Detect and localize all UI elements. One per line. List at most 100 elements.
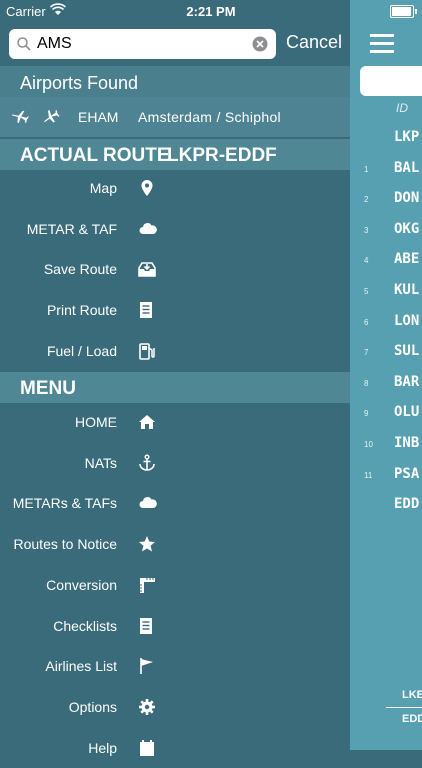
route-item-metar-taf[interactable]: METAR & TAF	[0, 209, 350, 249]
waypoint-index: 9	[364, 409, 369, 419]
arrival-plane-icon[interactable]	[42, 108, 60, 129]
waypoint-code: SUL	[394, 343, 420, 360]
menu-item-routes-to-notice[interactable]: Routes to Notice	[0, 524, 350, 564]
actual-route-header: ACTUAL ROUTE LKPR-EDDF	[0, 139, 350, 170]
waypoint-code: OKG	[394, 220, 420, 237]
waypoint-code: PSA	[394, 465, 420, 482]
menu-item-label: Conversion	[46, 576, 117, 593]
route-item-save-route[interactable]: Save Route	[0, 249, 350, 289]
airport-result-row[interactable]: EHAM Amsterdam / Schiphol	[0, 97, 350, 137]
anchor-icon	[138, 454, 156, 472]
checklist-icon	[138, 617, 156, 635]
star-icon	[138, 535, 156, 553]
waypoint-row[interactable]: 9 OLU	[350, 399, 422, 429]
route-item-label: Save Route	[43, 261, 117, 278]
route-item-fuel-load[interactable]: Fuel / Load	[0, 331, 350, 371]
waypoint-row[interactable]: 6 LON	[350, 308, 422, 338]
footer-divider	[386, 707, 422, 708]
map-pin-icon	[138, 179, 156, 197]
clear-search-icon[interactable]	[252, 36, 268, 57]
route-item-label: Fuel / Load	[46, 342, 117, 359]
menu-item-label: Routes to Notice	[13, 536, 118, 553]
waypoint-row[interactable]: 5 KUL	[350, 277, 422, 307]
menu-item-label: Options	[68, 698, 117, 715]
menu-item-options[interactable]: Options	[0, 687, 350, 727]
battery-icon	[390, 5, 417, 18]
menu-item-home[interactable]: HOME	[0, 402, 350, 442]
search-bar: Cancel	[0, 22, 350, 66]
menu-item-label: Checklists	[53, 617, 117, 634]
waypoint-code: INB	[394, 435, 420, 451]
menu-item-label: METARs & TAFs	[12, 495, 117, 512]
waypoint-row[interactable]: 7 SUL	[350, 338, 422, 368]
search-field-container	[9, 29, 276, 59]
route-item-label: Print Route	[46, 302, 117, 319]
waypoint-index: 7	[364, 348, 369, 358]
hamburger-menu-icon[interactable]	[370, 34, 394, 58]
menu-header: MENU	[0, 372, 350, 403]
footer-from-code: LKE	[402, 689, 422, 701]
cancel-button[interactable]: Cancel	[286, 32, 342, 53]
search-input[interactable]	[37, 33, 247, 55]
actual-route-code: LKPR-EDDF	[167, 145, 277, 166]
waypoint-index: 6	[364, 317, 369, 327]
menu-item-conversion[interactable]: Conversion	[0, 565, 350, 605]
waypoint-row[interactable]: 4 ABE	[350, 246, 422, 276]
airport-name: Amsterdam / Schiphol	[138, 109, 281, 125]
footer-to-code: EDD	[402, 713, 422, 725]
waypoint-index: 5	[364, 287, 369, 296]
waypoint-row[interactable]: 3 OKG	[350, 216, 422, 246]
airports-found-header: Airports Found	[0, 66, 350, 97]
airports-found-title: Airports Found	[20, 73, 139, 93]
menu-item-label: NATs	[84, 454, 117, 471]
waypoint-code: ABE	[394, 251, 420, 268]
waypoint-index: 11	[364, 470, 373, 480]
waypoint-row[interactable]: 8 BAR	[350, 369, 422, 399]
waypoint-row[interactable]: 11 PSA	[350, 461, 422, 491]
waypoint-code: EDD	[394, 496, 420, 513]
waypoint-code: DON	[394, 190, 420, 207]
waypoint-code: KUL	[394, 282, 420, 298]
menu-item-label: Help	[88, 739, 117, 756]
route-panel: ID LKP 1 BAL 2 DON 3 OKG 4 ABE 5 KUL 6 LON 7 SUL 8 BAR 9 O…	[350, 0, 422, 750]
document-icon	[138, 301, 156, 319]
waypoint-row[interactable]: 2 DON	[350, 185, 422, 215]
menu-item-checklists[interactable]: Checklists	[0, 606, 350, 646]
menu-item-label: HOME	[75, 414, 117, 430]
waypoint-index: 3	[364, 225, 369, 235]
waypoint-code: BAL	[394, 159, 420, 176]
actual-route-label: ACTUAL ROUTE	[20, 145, 170, 166]
save-tray-icon	[138, 260, 156, 278]
gear-icon	[138, 698, 156, 716]
waypoint-row[interactable]: 1 BAL	[350, 155, 422, 185]
route-item-label: Map	[89, 180, 117, 196]
route-item-print-route[interactable]: Print Route	[0, 290, 350, 330]
waypoint-index: 8	[364, 378, 369, 388]
id-column-label: ID	[396, 101, 408, 115]
menu-item-metars-tafs[interactable]: METARs & TAFs	[0, 483, 350, 523]
menu-item-nats[interactable]: NATs	[0, 443, 350, 483]
waypoint-code: OLU	[394, 404, 420, 421]
waypoint-code: LON	[394, 312, 420, 329]
route-input-field[interactable]	[360, 66, 422, 96]
ruler-icon	[138, 576, 156, 594]
menu-item-help[interactable]: Help	[0, 728, 350, 768]
menu-item-airlines-list[interactable]: Airlines List	[0, 646, 350, 686]
cloud-icon	[138, 220, 157, 238]
waypoint-index: 10	[364, 440, 373, 449]
menu-title: MENU	[20, 378, 76, 399]
calendar-icon	[138, 739, 156, 757]
search-icon	[16, 36, 32, 57]
flag-icon	[138, 657, 156, 675]
waypoint-row[interactable]: LKP	[350, 124, 422, 154]
departure-plane-icon[interactable]	[11, 108, 29, 129]
home-icon	[138, 413, 156, 431]
route-item-label: METAR & TAF	[26, 220, 117, 237]
waypoint-row[interactable]: EDD	[350, 491, 422, 521]
waypoint-row[interactable]: 10 INB	[350, 430, 422, 460]
waypoint-index: 2	[364, 195, 369, 205]
menu-item-label: Airlines List	[45, 658, 117, 675]
route-item-map[interactable]: Map	[0, 168, 350, 208]
waypoint-index: 4	[364, 256, 369, 266]
fuel-pump-icon	[138, 342, 156, 360]
